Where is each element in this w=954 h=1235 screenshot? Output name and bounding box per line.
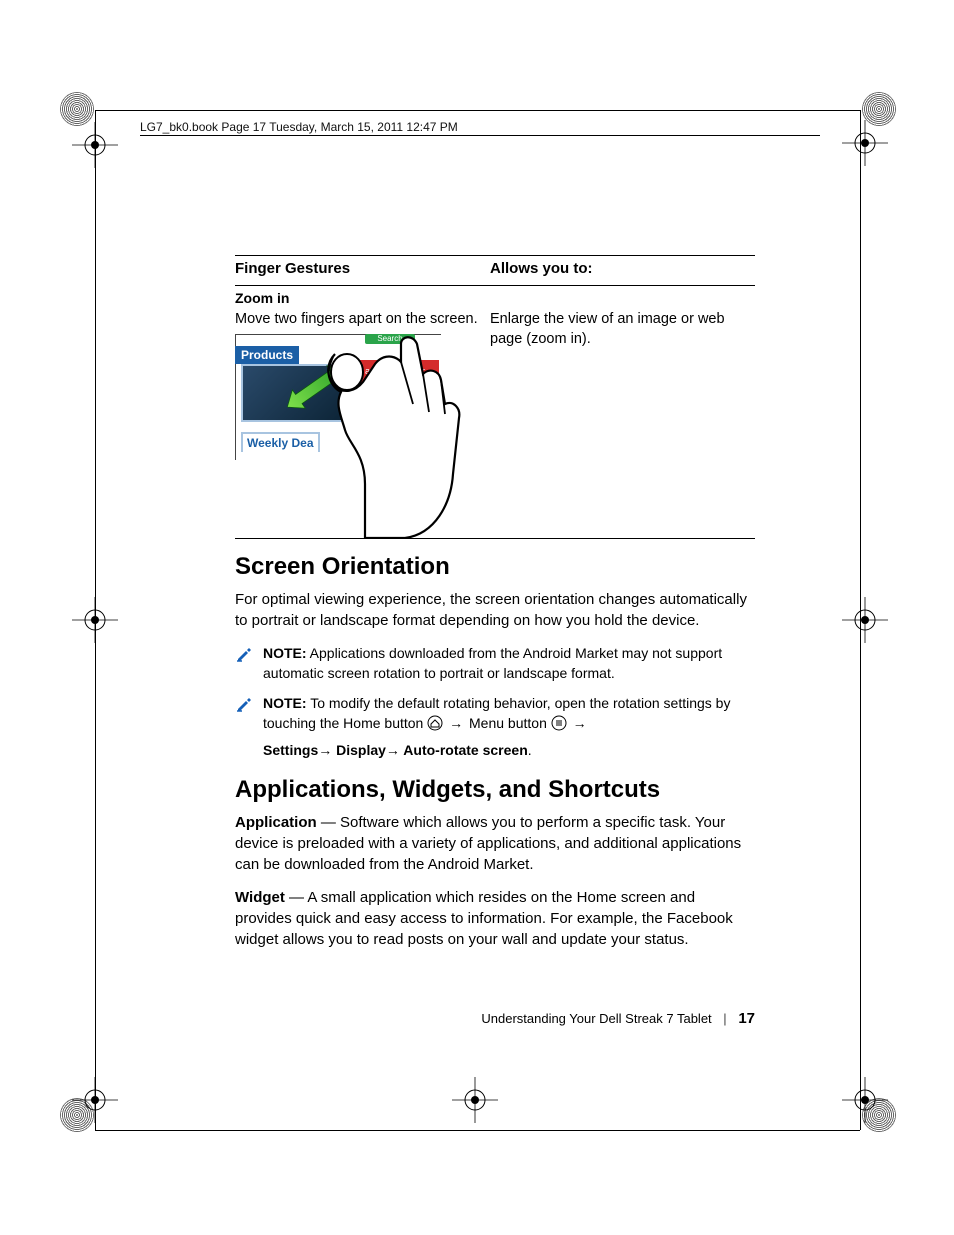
note-text-b: Menu button — [469, 715, 551, 731]
table-header-allows: Allows you to: — [490, 256, 755, 281]
register-mark-icon — [440, 1065, 510, 1135]
gesture-row-label: Zoom in — [235, 288, 490, 308]
section-heading-orientation: Screen Orientation — [235, 553, 755, 581]
table-header-gestures: Finger Gestures — [235, 256, 490, 281]
crop-line — [95, 110, 860, 111]
settings-path: Settings→ Display→ Auto-rotate screen — [263, 742, 528, 758]
register-mark-icon — [830, 585, 900, 655]
page-content: Finger Gestures Allows you to: Zoom in M… — [235, 255, 755, 962]
widget-term: Widget — [235, 889, 285, 906]
footer-chapter: Understanding Your Dell Streak 7 Tablet — [481, 1011, 711, 1026]
menu-button-icon — [551, 715, 567, 731]
note-text: Applications downloaded from the Android… — [263, 645, 722, 681]
widget-paragraph: Widget — A small application which resid… — [235, 887, 755, 950]
footer-separator: | — [715, 1011, 734, 1026]
home-button-icon — [427, 715, 443, 731]
header-rule — [140, 135, 820, 136]
register-mark-icon — [60, 110, 130, 180]
arrow-icon: → — [447, 715, 465, 731]
zoom-in-figure: Search Products are yourself for of ever… — [235, 334, 465, 534]
register-mark-icon — [60, 585, 130, 655]
gesture-description-text: Move two fingers apart on the screen. — [235, 311, 478, 327]
page-number: 17 — [738, 1010, 755, 1027]
gesture-description: Move two fingers apart on the screen. Se… — [235, 308, 490, 534]
hand-gesture-icon — [305, 334, 465, 539]
application-term: Application — [235, 814, 317, 831]
note-block: NOTE: To modify the default rotating beh… — [235, 693, 755, 760]
note-block: NOTE: Applications downloaded from the A… — [235, 643, 755, 684]
note-pencil-icon — [235, 695, 253, 713]
note-pencil-icon — [235, 645, 253, 663]
register-mark-icon — [830, 108, 900, 178]
gesture-result: Enlarge the view of an image or web page… — [490, 308, 755, 534]
orientation-body: For optimal viewing experience, the scre… — [235, 589, 755, 631]
figure-products-label: Products — [235, 346, 299, 364]
page-footer: Understanding Your Dell Streak 7 Tablet … — [235, 1010, 755, 1027]
running-header: LG7_bk0.book Page 17 Tuesday, March 15, … — [140, 120, 458, 134]
application-paragraph: Application — Software which allows you … — [235, 812, 755, 875]
register-mark-icon — [830, 1065, 900, 1135]
section-heading-apps: Applications, Widgets, and Shortcuts — [235, 776, 755, 804]
note-label: NOTE: — [263, 695, 307, 711]
widget-definition: — A small application which resides on t… — [235, 889, 733, 948]
arrow-icon: → — [571, 715, 589, 731]
note-label: NOTE: — [263, 645, 307, 661]
register-mark-icon — [60, 1065, 130, 1135]
